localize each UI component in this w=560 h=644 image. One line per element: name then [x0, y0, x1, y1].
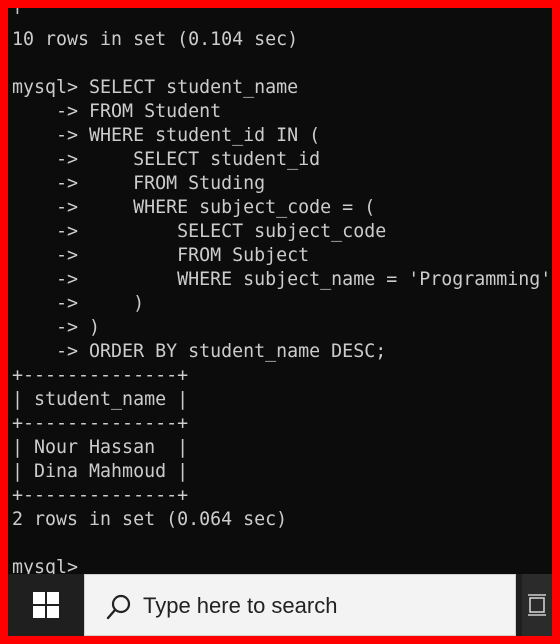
terminal-line: -> SELECT student_id: [12, 149, 321, 170]
table-border-line: +--------------+: [12, 365, 189, 386]
table-row: | Nour Hassan |: [12, 437, 189, 458]
terminal-line: -> ): [12, 293, 145, 314]
terminal-line: mysql> SELECT student_name: [12, 77, 299, 98]
terminal-line: -> ORDER BY student_name DESC;: [12, 341, 387, 362]
terminal-line: -> WHERE student_id IN (: [12, 125, 321, 146]
task-view-icon: [528, 594, 546, 616]
table-header-line: | student_name |: [12, 389, 189, 410]
terminal-window[interactable]: | | 10 rows in set (0.104 sec) mysql> SE…: [8, 8, 552, 574]
search-icon: [106, 594, 131, 620]
start-button[interactable]: [8, 574, 84, 636]
mysql-prompt[interactable]: mysql>: [12, 556, 78, 574]
terminal-line: -> ): [12, 317, 101, 338]
terminal-line: -> FROM Subject: [12, 245, 310, 266]
terminal-line: -> FROM Student: [12, 101, 222, 122]
taskbar: Type here to search: [8, 574, 552, 636]
windows-logo-icon: [33, 592, 59, 618]
terminal-line: -> WHERE subject_name = 'Programming': [12, 269, 552, 290]
terminal-line: 2 rows in set (0.064 sec): [12, 509, 288, 530]
table-border-line: +--------------+: [12, 485, 189, 506]
scrolled-table-border: | |: [12, 8, 452, 14]
terminal-line: -> FROM Studing: [12, 173, 266, 194]
terminal-line: 10 rows in set (0.104 sec): [12, 29, 299, 50]
search-placeholder: Type here to search: [143, 593, 338, 618]
terminal-line: -> WHERE subject_code = (: [12, 197, 376, 218]
task-view-button[interactable]: [522, 574, 552, 636]
terminal-line: -> SELECT subject_code: [12, 221, 387, 242]
taskbar-search-box[interactable]: Type here to search: [84, 574, 516, 636]
table-row: | Dina Mahmoud |: [12, 461, 189, 482]
table-border-line: +--------------+: [12, 413, 189, 434]
